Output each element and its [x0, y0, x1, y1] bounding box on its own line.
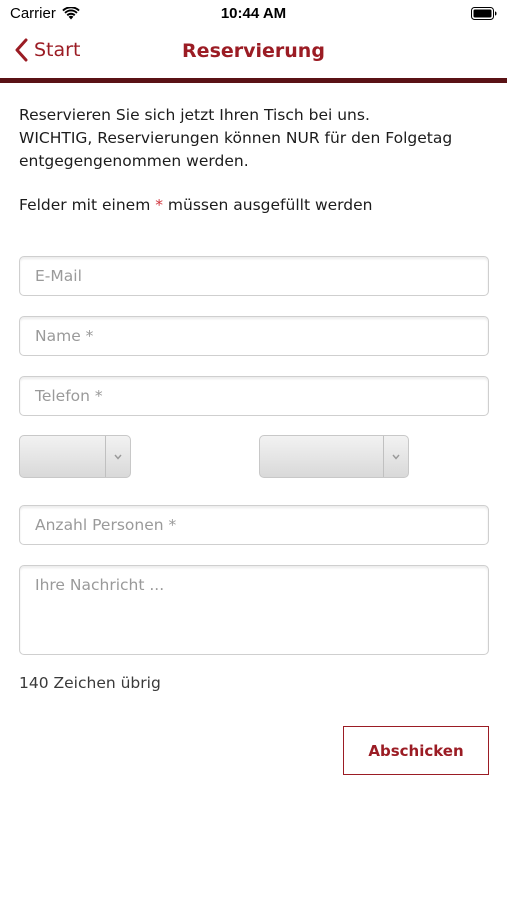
name-field[interactable]: Name *: [19, 316, 489, 356]
date-select[interactable]: [19, 435, 131, 478]
intro-text: Reservieren Sie sich jetzt Ihren Tisch b…: [19, 104, 494, 173]
message-textarea[interactable]: Ihre Nachricht ...: [19, 565, 489, 655]
required-note-prefix: Felder mit einem: [19, 196, 151, 214]
page-title: Reservierung: [182, 40, 325, 62]
name-placeholder: Name *: [35, 327, 94, 345]
phone-field[interactable]: Telefon *: [19, 376, 489, 416]
persons-field[interactable]: Anzahl Personen *: [19, 505, 489, 545]
header-divider: [0, 78, 507, 83]
intro-line-1: Reservieren Sie sich jetzt Ihren Tisch b…: [19, 106, 370, 124]
status-time: 10:44 AM: [220, 5, 287, 22]
submit-button[interactable]: Abschicken: [343, 726, 489, 775]
required-star: *: [155, 196, 163, 214]
status-bar: Carrier 10:44 AM: [0, 0, 507, 28]
chevron-down-icon: [383, 436, 408, 477]
required-note-suffix: müssen ausgefüllt werden: [167, 196, 373, 214]
navigation-bar: Start Reservierung: [0, 28, 507, 78]
phone-placeholder: Telefon *: [35, 387, 103, 405]
intro-line-2: WICHTIG, Reservierungen können NUR für d…: [19, 129, 453, 170]
message-placeholder: Ihre Nachricht ...: [35, 576, 165, 594]
email-field[interactable]: E-Mail: [19, 256, 489, 296]
chevron-down-icon: [105, 436, 130, 477]
required-fields-note: Felder mit einem * müssen ausgefüllt wer…: [19, 196, 372, 214]
time-select[interactable]: [259, 435, 409, 478]
persons-placeholder: Anzahl Personen *: [35, 516, 177, 534]
char-count: 140 Zeichen übrig: [19, 674, 161, 692]
battery-icon: [471, 7, 497, 20]
email-placeholder: E-Mail: [35, 267, 82, 285]
